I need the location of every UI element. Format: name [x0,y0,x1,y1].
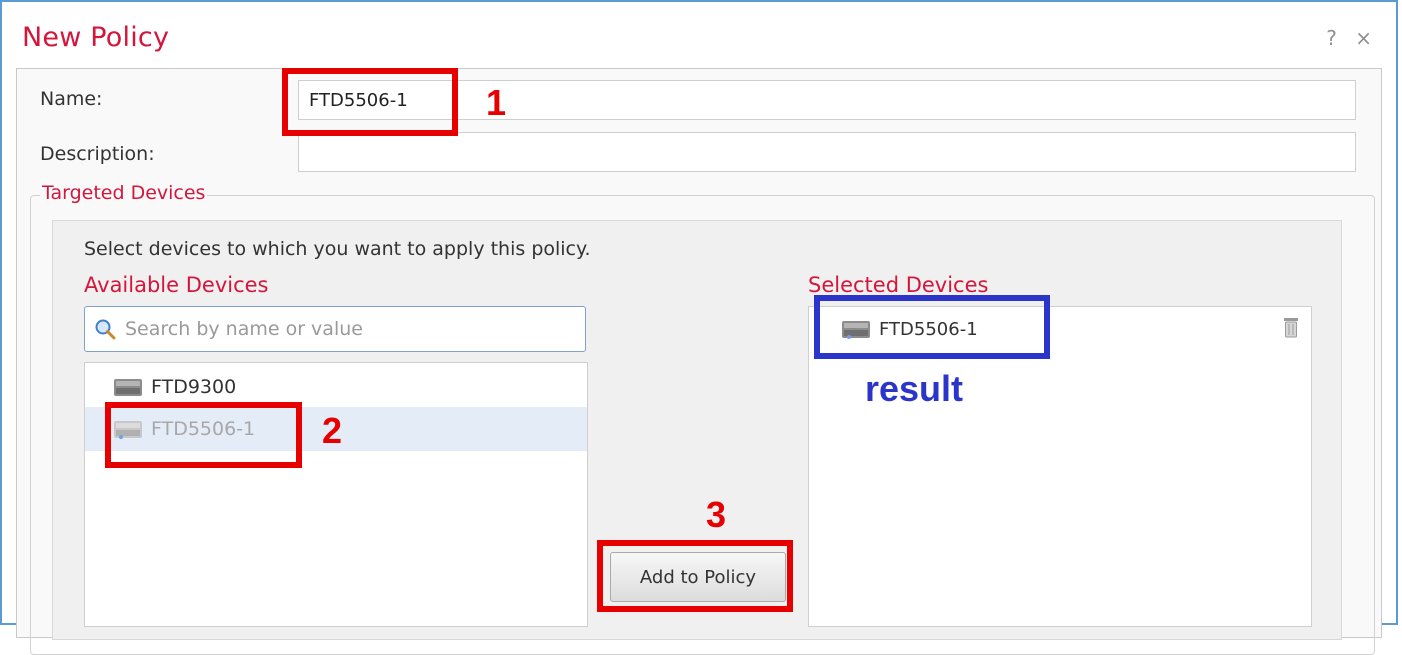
selected-devices-label: Selected Devices [808,273,989,297]
title-actions: ? × [1314,26,1372,50]
help-icon[interactable]: ? [1326,26,1337,50]
device-picker-hint: Select devices to which you want to appl… [84,238,591,260]
device-icon [114,379,142,396]
available-device-name: FTD9300 [151,376,237,398]
name-label: Name: [40,88,103,110]
device-search-input[interactable] [84,306,586,352]
targeted-devices-legend: Targeted Devices [40,182,208,204]
result-label: result [865,368,964,409]
close-icon[interactable]: × [1355,26,1372,50]
description-input[interactable] [298,132,1356,172]
step2-callout-box [105,402,302,468]
step2-number: 2 [322,410,343,451]
step1-callout-box [282,68,458,136]
result-callout-box [814,295,1050,359]
trash-icon[interactable] [1283,316,1299,338]
dialog-title: New Policy [22,22,170,53]
description-label: Description: [40,143,155,165]
step3-callout-box [597,540,793,612]
step1-number: 1 [486,82,507,123]
step3-number: 3 [706,494,727,535]
available-devices-label: Available Devices [84,273,269,297]
search-icon [95,319,116,340]
